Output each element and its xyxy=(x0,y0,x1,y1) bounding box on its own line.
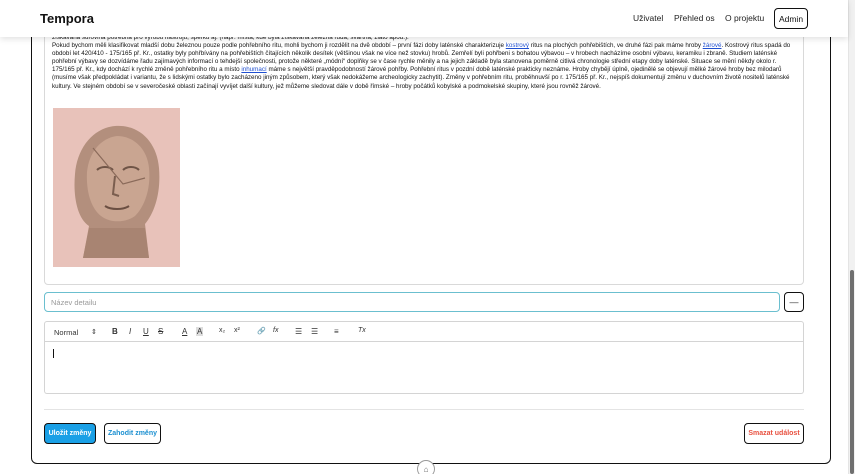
editor-text-area[interactable] xyxy=(44,342,804,394)
format-select[interactable]: Normal xyxy=(54,328,78,337)
link-inhumaci[interactable]: inhumací xyxy=(241,66,266,73)
divider xyxy=(44,409,804,410)
text-caret xyxy=(53,349,54,358)
detail-name-input[interactable] xyxy=(44,292,780,312)
sand-timer-icon[interactable]: ⌂ xyxy=(417,460,435,474)
chevron-updown-icon[interactable]: ⇕ xyxy=(91,328,97,336)
subscript-icon[interactable]: x₂ xyxy=(219,327,225,334)
article-text-part: ritus na plochých pohřebištích, ve druhé… xyxy=(529,42,703,50)
underline-icon[interactable]: U xyxy=(143,327,149,336)
link-zarove[interactable]: žárové xyxy=(703,42,722,49)
link-kostrovy[interactable]: kostrový xyxy=(506,42,529,49)
delete-event-button[interactable]: Smazat událost xyxy=(744,423,804,444)
brand-logo[interactable]: Tempora xyxy=(40,11,94,26)
clear-format-icon[interactable]: Tx xyxy=(358,327,366,334)
detail-dash-button[interactable]: — xyxy=(784,292,804,312)
formula-icon[interactable]: fx xyxy=(273,327,278,334)
link-icon[interactable]: 🔗 xyxy=(257,327,266,335)
discard-changes-button[interactable]: Zahodit změny xyxy=(104,423,161,444)
article-text: získávána surovina potřebná pro výrobu n… xyxy=(52,34,798,91)
superscript-icon[interactable]: x² xyxy=(234,327,240,334)
page: Tempora Uživatel Přehled os O projektu A… xyxy=(0,0,855,474)
admin-button[interactable]: Admin xyxy=(774,8,808,29)
strikethrough-icon[interactable]: S xyxy=(158,327,163,336)
celtic-head-sculpture-image xyxy=(53,108,180,267)
align-icon[interactable]: ≡ xyxy=(334,327,339,336)
italic-icon[interactable]: I xyxy=(129,327,131,336)
navbar: Tempora Uživatel Přehled os O projektu A… xyxy=(0,0,848,37)
article-paragraph: Pokud bychom měli klasifikovat mladší do… xyxy=(52,42,798,91)
nav-link-uzivatel[interactable]: Uživatel xyxy=(633,13,663,23)
text-color-icon[interactable]: A xyxy=(182,327,187,336)
bold-icon[interactable]: B xyxy=(112,327,118,336)
bullet-list-icon[interactable]: ☰ xyxy=(311,327,318,336)
article-text-part: Pokud bychom měli klasifikovat mladší do… xyxy=(52,42,506,50)
nav-link-prehled-os[interactable]: Přehled os xyxy=(674,13,715,23)
nav-link-o-projektu[interactable]: O projektu xyxy=(725,13,764,23)
ordered-list-icon[interactable]: ☰ xyxy=(295,327,302,336)
scrollbar-thumb[interactable] xyxy=(850,270,854,474)
save-changes-button[interactable]: Uložit změny xyxy=(44,423,96,444)
editor-toolbar: Normal ⇕ B I U S A A x₂ x² 🔗 fx ☰ ☰ ≡ Tx xyxy=(44,321,804,342)
background-color-icon[interactable]: A xyxy=(196,327,204,336)
